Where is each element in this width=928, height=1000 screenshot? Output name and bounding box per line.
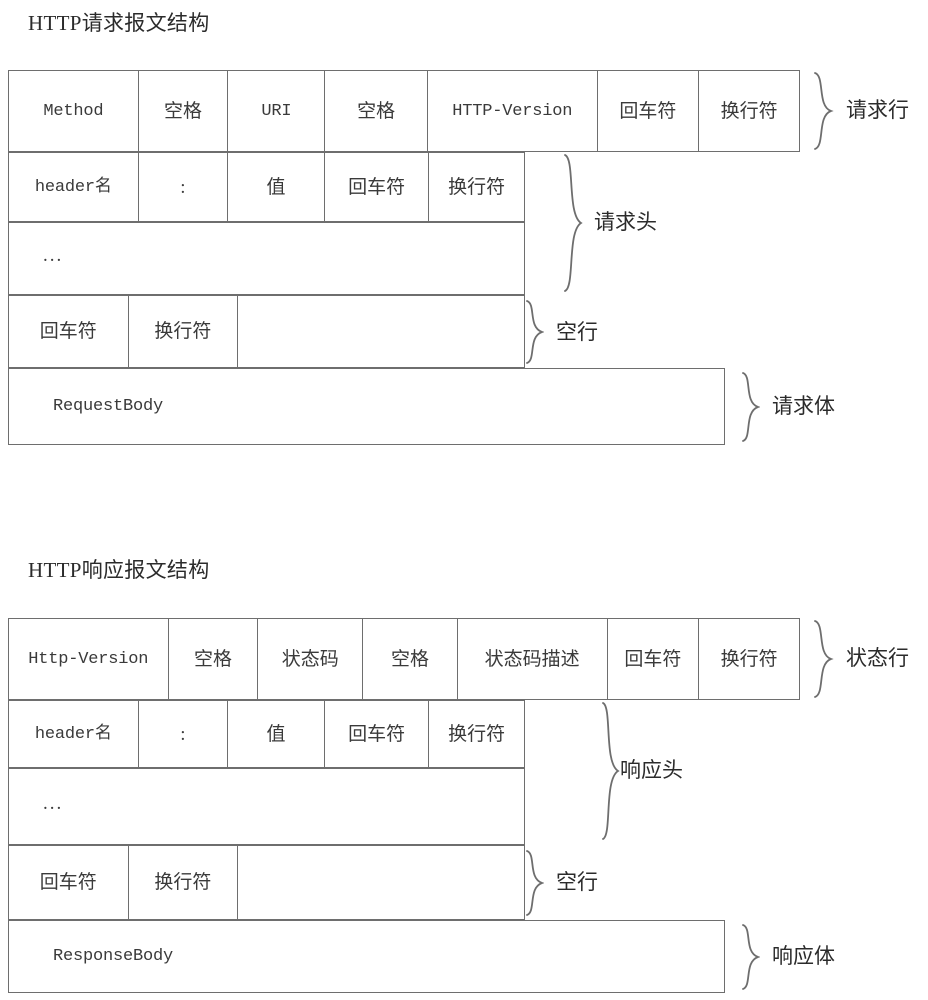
response-body-label: ResponseBody [53, 947, 174, 966]
response-header-cell-lf: 换行符 [448, 723, 506, 745]
ellipsis-text: ... [43, 793, 64, 814]
response-header-cell-cr: 回车符 [325, 701, 430, 767]
request-header-cell-value: 值 [228, 153, 325, 221]
request-blank-line-row: 回车符 换行符 [8, 295, 525, 368]
request-line-cell-space-2: 空格 [325, 71, 428, 151]
request-body-brace [740, 372, 760, 442]
request-header-cell-lf: 换行符 [448, 176, 506, 198]
response-headers-brace [600, 702, 620, 840]
response-header-cell-name: header名 [9, 701, 139, 767]
request-line-cell-lf: 换行符 [720, 100, 778, 122]
request-header-cell-cr: 回车符 [325, 153, 430, 221]
status-line-cell-status-text: 状态码描述 [458, 619, 608, 699]
response-header-cell-colon: : [139, 701, 229, 767]
request-line-cell-method: Method [9, 71, 139, 151]
request-blank-cell-empty [238, 296, 524, 367]
status-line-brace-label: 状态行 [846, 646, 909, 670]
request-blank-cell-cr: 回车符 [9, 296, 129, 367]
response-blank-line-brace-label: 空行 [556, 870, 598, 894]
response-body-brace-label: 响应体 [772, 944, 835, 968]
status-line-cell-space-2: 空格 [363, 619, 458, 699]
status-line-cell-http-version: Http-Version [9, 619, 169, 699]
response-header-row: header名 : 值 回车符 换行符 [8, 700, 525, 768]
request-line-cell-uri: URI [228, 71, 326, 151]
request-line-brace-label: 请求行 [846, 98, 909, 122]
status-line-brace [812, 620, 834, 698]
response-header-cell-value: 值 [228, 701, 325, 767]
request-header-more-ellipsis: ... [9, 223, 524, 294]
request-blank-cell-lf: 换行符 [129, 296, 239, 367]
request-blank-line-brace-label: 空行 [556, 320, 598, 344]
response-blank-cell-lf: 换行符 [129, 846, 239, 919]
request-line-cell-space-1: 空格 [139, 71, 229, 151]
request-line-row: Method 空格 URI 空格 HTTP-Version 回车符 换行符 [8, 70, 800, 152]
status-line-cell-status-code: 状态码 [258, 619, 364, 699]
response-body-row: ResponseBody [8, 920, 725, 993]
ellipsis-text: ... [43, 245, 64, 266]
response-headers-brace-label: 响应头 [620, 758, 683, 782]
status-line-cell-space-1: 空格 [169, 619, 259, 699]
http-message-structure-diagram: HTTP请求报文结构 Method 空格 URI 空格 HTTP-Version… [0, 0, 928, 1000]
request-line-cell-http-version: HTTP-Version [428, 71, 598, 151]
request-header-row: header名 : 值 回车符 换行符 [8, 152, 525, 222]
response-header-more-row: ... [8, 768, 525, 845]
response-blank-cell-empty [238, 846, 524, 919]
response-blank-line-brace [524, 850, 544, 916]
request-line-cell-cr: 回车符 [598, 71, 700, 151]
request-headers-brace [562, 154, 584, 292]
request-headers-brace-label: 请求头 [594, 210, 657, 234]
request-body-row: RequestBody [8, 368, 725, 445]
status-line-row: Http-Version 空格 状态码 空格 状态码描述 回车符 换行符 [8, 618, 800, 700]
request-header-cell-colon: : [139, 153, 229, 221]
request-blank-line-brace [524, 300, 544, 364]
status-line-cell-cr: 回车符 [608, 619, 700, 699]
response-body-brace [740, 924, 760, 990]
status-line-cell-lf: 换行符 [720, 648, 778, 670]
request-header-more-row: ... [8, 222, 525, 295]
response-section-title: HTTP响应报文结构 [28, 558, 210, 582]
request-header-cell-name: header名 [9, 153, 139, 221]
response-blank-line-row: 回车符 换行符 [8, 845, 525, 920]
response-header-more-ellipsis: ... [9, 769, 524, 844]
request-body-brace-label: 请求体 [772, 394, 835, 418]
request-line-brace [812, 72, 834, 150]
response-blank-cell-cr: 回车符 [9, 846, 129, 919]
request-section-title: HTTP请求报文结构 [28, 11, 210, 35]
request-body-label: RequestBody [53, 397, 164, 416]
